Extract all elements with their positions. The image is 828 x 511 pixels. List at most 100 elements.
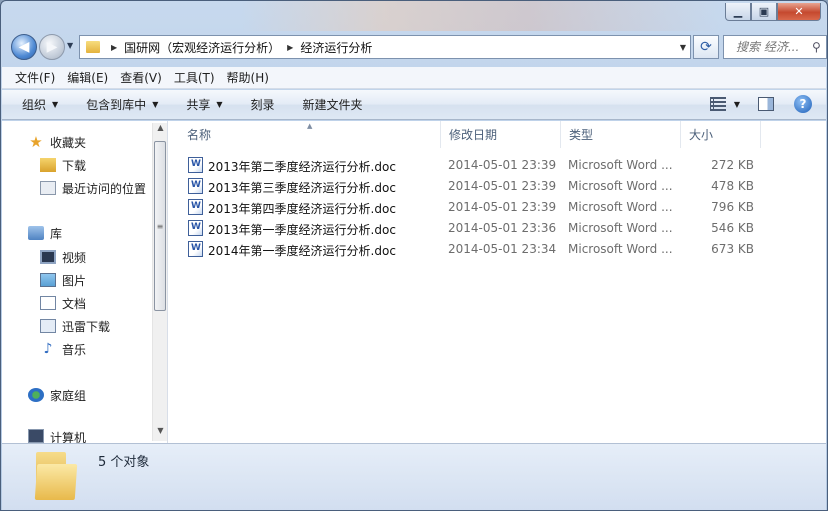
file-type: Microsoft Word ...: [568, 221, 673, 235]
breadcrumb-current[interactable]: 经济运行分析: [300, 39, 372, 56]
nav-pictures-label: 图片: [62, 273, 87, 288]
file-size: 796 KB: [711, 200, 754, 214]
view-details-icon[interactable]: [709, 97, 726, 111]
column-header-type[interactable]: 类型: [561, 121, 681, 148]
scroll-thumb[interactable]: ≡: [154, 141, 166, 311]
command-bar: 组织 ▼ 包含到库中 ▼ 共享 ▼ 刻录 新建文件夹 ▼ ?: [2, 90, 826, 120]
pictures-icon: [40, 273, 56, 287]
nav-favorites-label: 收藏夹: [50, 135, 87, 150]
forward-button[interactable]: ▶: [39, 34, 65, 60]
nav-pictures[interactable]: 图片: [40, 270, 86, 290]
minimize-button[interactable]: ▁: [725, 3, 751, 21]
refresh-button[interactable]: ⟳: [693, 35, 719, 59]
search-icon[interactable]: ⚲: [812, 40, 821, 54]
chevron-down-icon: ▼: [52, 100, 59, 109]
column-type-label: 类型: [569, 128, 594, 142]
preview-pane-icon[interactable]: [758, 97, 774, 111]
file-name: 2013年第二季度经济运行分析.doc: [208, 160, 396, 174]
menu-tools[interactable]: 工具(T): [169, 69, 220, 86]
file-row[interactable]: 2013年第二季度经济运行分析.doc 2014-05-01 23:39 Mic…: [169, 155, 826, 176]
homegroup-icon: [28, 388, 44, 402]
nav-recent[interactable]: 最近访问的位置: [40, 178, 146, 198]
nav-recent-label: 最近访问的位置: [62, 181, 147, 196]
toolbar-right: ▼ ?: [709, 95, 812, 113]
file-date: 2014-05-01 23:39: [448, 179, 557, 193]
maximize-button[interactable]: ▣: [751, 3, 777, 21]
nav-homegroup-label: 家庭组: [50, 388, 87, 403]
address-bar[interactable]: ▶ 国研网（宏观经济运行分析） ▶ 经济运行分析 ▼: [79, 35, 691, 59]
breadcrumb-parent[interactable]: 国研网（宏观经济运行分析）: [124, 39, 280, 56]
back-button[interactable]: ◀: [11, 34, 37, 60]
thunder-download-icon: [40, 319, 56, 333]
word-document-icon: [188, 241, 203, 257]
music-note-icon: ♪: [43, 341, 53, 357]
menu-file[interactable]: 文件(F): [10, 69, 60, 86]
chevron-right-icon[interactable]: ▶: [287, 43, 293, 52]
word-document-icon: [188, 157, 203, 173]
chevron-down-icon[interactable]: ▼: [734, 100, 740, 109]
file-name: 2013年第三季度经济运行分析.doc: [208, 181, 396, 195]
menu-edit[interactable]: 编辑(E): [62, 69, 113, 86]
library-icon: [28, 226, 44, 240]
file-type: Microsoft Word ...: [568, 200, 673, 214]
organize-label: 组织: [22, 98, 47, 112]
close-button[interactable]: ✕: [777, 3, 821, 21]
documents-icon: [40, 296, 56, 310]
column-header-modified[interactable]: 修改日期: [441, 121, 561, 148]
nav-videos-label: 视频: [62, 250, 87, 265]
menu-view[interactable]: 查看(V): [115, 69, 167, 86]
nav-libraries[interactable]: 库: [28, 223, 62, 243]
scroll-up-icon[interactable]: ▲: [153, 123, 168, 138]
nav-thunder-downloads[interactable]: 迅雷下载: [40, 316, 110, 336]
new-folder-label: 新建文件夹: [302, 98, 363, 112]
file-date: 2014-05-01 23:39: [448, 200, 557, 214]
column-header-name[interactable]: 名称 ▲: [169, 121, 441, 148]
file-type: Microsoft Word ...: [568, 179, 673, 193]
file-date: 2014-05-01 23:39: [448, 158, 557, 172]
recent-places-icon: [40, 181, 56, 195]
word-document-icon: [188, 220, 203, 236]
word-document-icon: [188, 178, 203, 194]
chevron-down-icon: ▼: [216, 100, 223, 109]
nav-documents[interactable]: 文档: [40, 293, 86, 313]
file-size: 478 KB: [711, 179, 754, 193]
nav-scrollbar[interactable]: ▲ ≡ ▼: [152, 123, 167, 441]
nav-computer[interactable]: 计算机: [28, 429, 86, 443]
new-folder-button[interactable]: 新建文件夹: [303, 96, 363, 113]
burn-label: 刻录: [250, 98, 275, 112]
nav-downloads[interactable]: 下载: [40, 155, 86, 175]
nav-libraries-label: 库: [50, 226, 63, 241]
navigation-pane: ★ 收藏夹 下载 最近访问的位置 库 视频 图片 文档 迅雷下载 ♪ 音乐 家庭…: [2, 121, 168, 443]
file-name: 2013年第一季度经济运行分析.doc: [208, 223, 396, 237]
file-row[interactable]: 2014年第一季度经济运行分析.doc 2014-05-01 23:34 Mic…: [169, 239, 826, 260]
search-box[interactable]: ⚲: [723, 35, 827, 59]
nav-music[interactable]: ♪ 音乐: [40, 339, 86, 359]
chevron-right-icon[interactable]: ▶: [111, 43, 117, 52]
nav-music-label: 音乐: [62, 342, 87, 357]
include-library-label: 包含到库中: [86, 98, 147, 112]
include-library-button[interactable]: 包含到库中 ▼: [86, 96, 158, 113]
scroll-down-icon[interactable]: ▼: [153, 426, 168, 441]
burn-button[interactable]: 刻录: [251, 96, 275, 113]
details-pane: 5 个对象: [2, 443, 826, 510]
column-name-label: 名称: [187, 128, 212, 142]
share-button[interactable]: 共享 ▼: [186, 96, 222, 113]
column-header-size[interactable]: 大小: [681, 121, 761, 148]
nav-favorites[interactable]: ★ 收藏夹: [28, 132, 86, 152]
video-icon: [40, 250, 56, 264]
file-type: Microsoft Word ...: [568, 242, 673, 256]
recent-pages-dropdown-icon[interactable]: ▼: [67, 41, 73, 50]
sort-ascending-icon: ▲: [307, 122, 313, 130]
organize-button[interactable]: 组织 ▼: [22, 96, 58, 113]
item-count: 5 个对象: [98, 455, 150, 470]
address-history-dropdown-icon[interactable]: ▼: [676, 43, 690, 52]
nav-videos[interactable]: 视频: [40, 247, 86, 267]
menu-help[interactable]: 帮助(H): [222, 69, 274, 86]
file-size: 272 KB: [711, 158, 754, 172]
file-row[interactable]: 2013年第四季度经济运行分析.doc 2014-05-01 23:39 Mic…: [169, 197, 826, 218]
help-icon[interactable]: ?: [794, 95, 812, 113]
file-row[interactable]: 2013年第三季度经济运行分析.doc 2014-05-01 23:39 Mic…: [169, 176, 826, 197]
search-input[interactable]: [736, 40, 808, 54]
nav-homegroup[interactable]: 家庭组: [28, 385, 86, 405]
file-row[interactable]: 2013年第一季度经济运行分析.doc 2014-05-01 23:36 Mic…: [169, 218, 826, 239]
